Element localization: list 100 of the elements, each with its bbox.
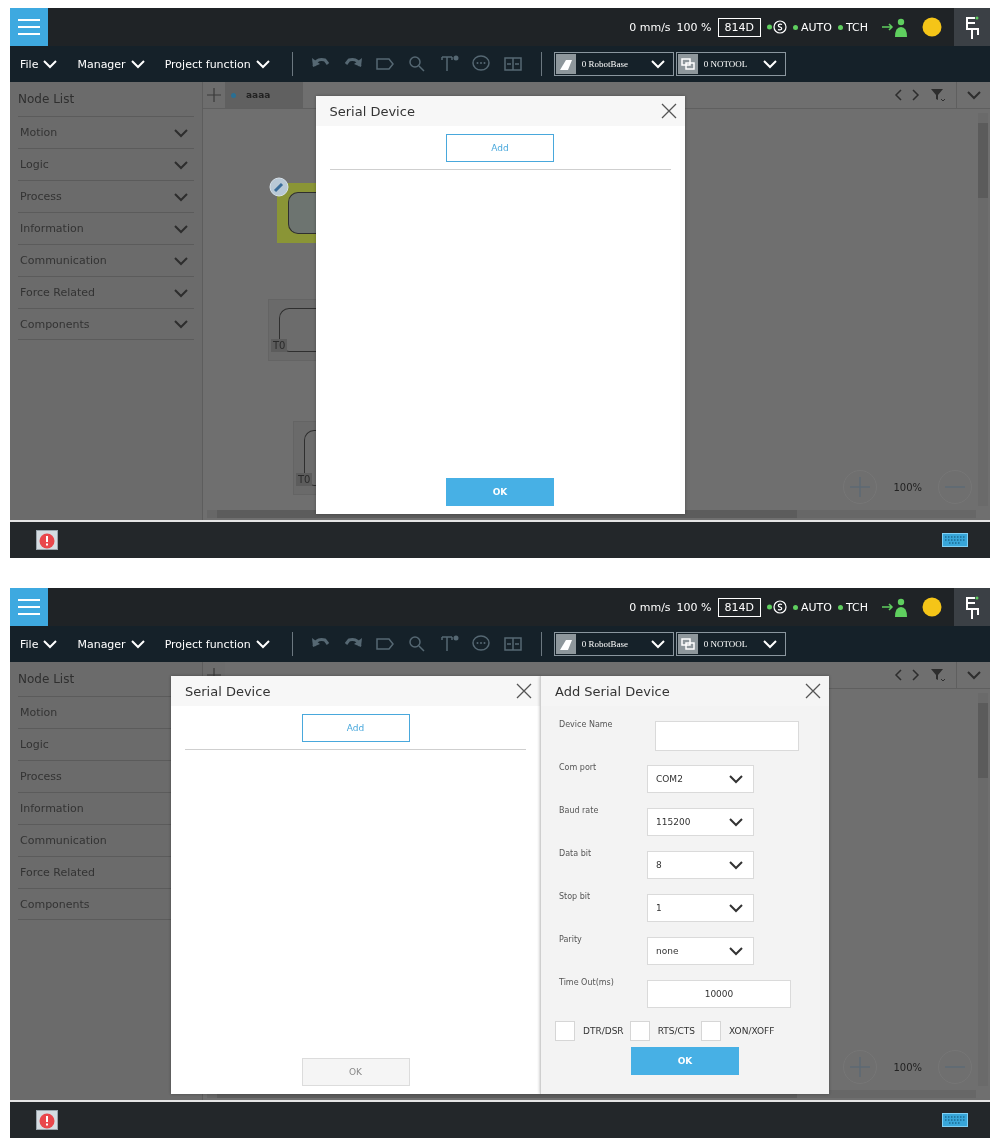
comment-icon xyxy=(470,634,491,654)
chevron-down-icon xyxy=(255,59,270,69)
menu-button[interactable]: Manager xyxy=(67,57,155,71)
chevron-down-icon xyxy=(174,159,188,170)
status-light-icon xyxy=(922,597,942,617)
menu-button[interactable]: Project function xyxy=(154,637,280,651)
text-input-field[interactable] xyxy=(655,720,799,751)
field-label: Time Out(ms) xyxy=(559,977,615,987)
tool-frame-icon xyxy=(677,634,698,654)
checkbox-label: RTS/CTS xyxy=(657,1026,695,1036)
menu-button[interactable] xyxy=(10,588,48,626)
keyboard-button[interactable] xyxy=(942,1113,968,1127)
speed-percent: 100 % xyxy=(676,600,712,614)
chevron-right-icon xyxy=(912,89,920,101)
menu-button[interactable]: File xyxy=(10,57,68,71)
chevron-down-icon xyxy=(43,639,58,649)
field-label: Device Name xyxy=(559,719,614,729)
chevron-down-icon xyxy=(174,319,188,329)
menu-button[interactable] xyxy=(10,8,48,46)
chevron-down-icon xyxy=(174,223,188,234)
dropdown-field[interactable]: 1 xyxy=(647,893,754,922)
status-dot-icon xyxy=(231,92,236,98)
frame-selector[interactable]: 0 NOTOOL xyxy=(675,632,786,656)
tcp-label: TCH xyxy=(845,600,868,614)
menu-button[interactable]: Manager xyxy=(67,637,155,651)
menu-icon xyxy=(18,18,40,36)
zoom-level: 100% xyxy=(893,481,922,493)
add-button[interactable]: Add xyxy=(301,714,410,742)
chevron-down-icon xyxy=(174,255,188,266)
chevron-down-icon xyxy=(255,639,270,649)
chevron-down-icon xyxy=(729,859,743,870)
robot-code: 814D xyxy=(717,17,761,37)
close-button[interactable] xyxy=(803,681,823,701)
field-label: Stop bit xyxy=(559,891,592,901)
node-category[interactable]: Logic xyxy=(18,148,194,180)
comment-icon xyxy=(470,54,491,74)
chevron-down-icon xyxy=(43,59,58,69)
frame-selector[interactable]: 0 RobotBase xyxy=(553,52,674,76)
robot-arm-button[interactable] xyxy=(954,8,990,46)
menu-button[interactable]: File xyxy=(10,637,68,651)
node-category[interactable]: Communication xyxy=(18,244,194,276)
robot-arm-button[interactable] xyxy=(954,588,990,626)
keyboard-icon xyxy=(942,533,968,547)
keyboard-button[interactable] xyxy=(942,533,968,547)
text-tool-icon xyxy=(438,54,459,74)
alert-icon xyxy=(36,530,58,550)
pencil-icon xyxy=(269,177,289,197)
frame-selector[interactable]: 0 NOTOOL xyxy=(675,52,786,76)
close-icon xyxy=(516,683,532,699)
chevron-down-icon xyxy=(174,287,188,298)
checkbox[interactable] xyxy=(555,1021,575,1041)
chevron-down-icon xyxy=(729,816,743,827)
safety-status-icon xyxy=(767,600,787,614)
menu-button[interactable]: Project function xyxy=(154,57,280,71)
chevron-right-icon xyxy=(912,669,920,681)
node-category[interactable]: Force Related xyxy=(18,276,194,308)
panel-icon xyxy=(502,54,523,74)
chevron-down-icon xyxy=(729,945,743,956)
dropdown-field[interactable]: 8 xyxy=(647,850,754,879)
dropdown-field[interactable]: 115200 xyxy=(647,807,754,836)
checkbox-label: XON/XOFF xyxy=(728,1026,775,1036)
panel-icon xyxy=(502,634,523,654)
status-dot-icon xyxy=(837,24,843,30)
status-dot-icon xyxy=(793,24,798,30)
checkbox[interactable] xyxy=(629,1021,650,1041)
filter-icon xyxy=(930,88,946,102)
frame-selector[interactable]: 0 RobotBase xyxy=(553,632,674,656)
safety-status-icon xyxy=(767,20,787,34)
mode-label: AUTO xyxy=(801,20,832,34)
dialog-title: Add Serial Device xyxy=(555,683,670,699)
field-label: Parity xyxy=(559,934,583,944)
add-button[interactable]: Add xyxy=(446,134,554,162)
search-icon xyxy=(406,54,427,74)
ok-button[interactable]: OK xyxy=(446,478,554,506)
dialog-title: Serial Device xyxy=(329,103,415,119)
tcp-label: TCH xyxy=(845,20,868,34)
checkbox[interactable] xyxy=(700,1021,721,1041)
chevron-left-icon xyxy=(894,669,902,681)
robot-arm-icon xyxy=(963,594,981,620)
mode-label: AUTO xyxy=(801,600,832,614)
menu-icon xyxy=(18,598,40,616)
chevron-down-icon xyxy=(966,670,981,680)
base-frame-icon xyxy=(555,54,576,74)
base-frame-icon xyxy=(555,634,576,654)
node-category[interactable]: Components xyxy=(18,308,194,340)
dropdown-field[interactable]: none xyxy=(647,936,754,965)
alert-button[interactable] xyxy=(36,530,58,550)
program-tab[interactable]: aaaa xyxy=(225,82,303,108)
close-icon xyxy=(660,103,677,119)
node-category[interactable]: Process xyxy=(18,180,194,212)
node-category[interactable]: Motion xyxy=(18,116,194,148)
chevron-down-icon xyxy=(762,639,777,649)
chevron-down-icon xyxy=(130,59,145,69)
ok-button[interactable]: OK xyxy=(631,1047,739,1075)
chevron-down-icon xyxy=(650,639,665,649)
number-input-field[interactable]: 10000 xyxy=(647,979,791,1008)
alert-button[interactable] xyxy=(36,1110,58,1130)
node-category[interactable]: Information xyxy=(18,212,194,244)
dropdown-field[interactable]: COM2 xyxy=(647,764,754,793)
close-button[interactable] xyxy=(514,681,534,701)
